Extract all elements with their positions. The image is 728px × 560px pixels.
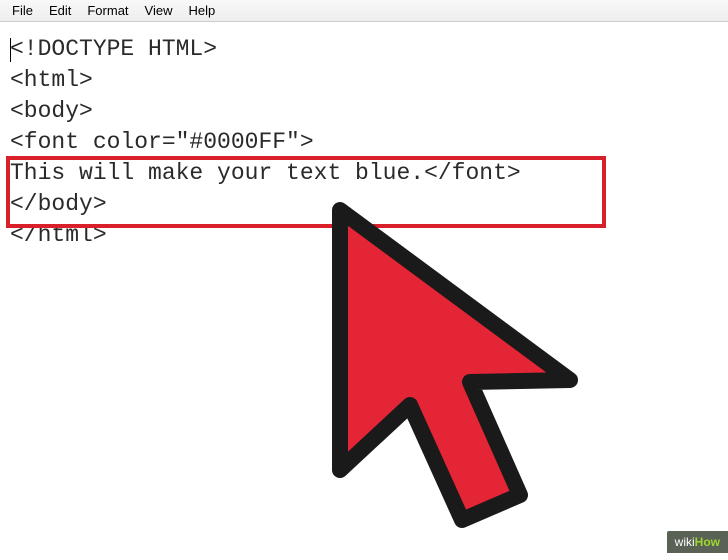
- code-text: <!DOCTYPE HTML>: [10, 36, 217, 62]
- code-line: This will make your text blue.</font>: [10, 158, 718, 189]
- watermark: wikiHow: [667, 531, 728, 553]
- menubar: File Edit Format View Help: [0, 0, 728, 22]
- text-editor-area[interactable]: <!DOCTYPE HTML> <html> <body> <font colo…: [0, 22, 728, 263]
- watermark-prefix: wiki: [675, 535, 695, 549]
- code-line: <body>: [10, 96, 718, 127]
- code-line: <!DOCTYPE HTML>: [10, 34, 718, 65]
- code-line: <font color="#0000FF">: [10, 127, 718, 158]
- code-line: </html>: [10, 220, 718, 251]
- menu-view[interactable]: View: [137, 1, 181, 20]
- menu-format[interactable]: Format: [79, 1, 136, 20]
- watermark-suffix: How: [695, 535, 720, 549]
- menu-file[interactable]: File: [4, 1, 41, 20]
- code-line: <html>: [10, 65, 718, 96]
- menu-help[interactable]: Help: [180, 1, 223, 20]
- menu-edit[interactable]: Edit: [41, 1, 79, 20]
- code-line: </body>: [10, 189, 718, 220]
